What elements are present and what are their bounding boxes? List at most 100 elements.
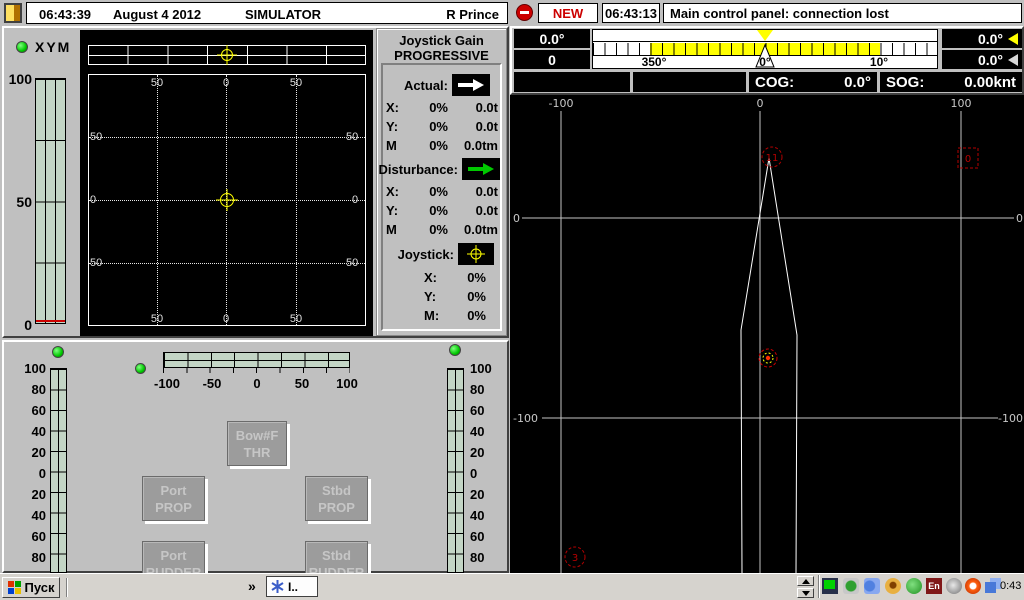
disturbance-label: Disturbance: — [378, 162, 458, 177]
plot-ytick: -100 — [998, 412, 1023, 425]
disturbance-arrow-box — [462, 158, 500, 180]
exit-door-icon[interactable] — [4, 3, 22, 23]
heading-order-readout-1: 0.0° — [942, 29, 1022, 48]
xy-label: 50 — [90, 131, 102, 143]
stern-marker: 3 — [565, 547, 585, 567]
tape-label-10: 10° — [859, 55, 899, 69]
sim-clock: 06:43:39 — [39, 7, 91, 22]
port-prop-button[interactable]: PortPROP — [142, 476, 205, 521]
xy-label: 50 — [142, 313, 172, 325]
task-button[interactable]: I.. — [266, 576, 318, 597]
xy-label: 50 — [346, 131, 358, 143]
actual-m-val: 0.0tm — [444, 138, 498, 153]
actual-arrow-box — [452, 74, 490, 96]
stbd-prop-button[interactable]: StbdPROP — [305, 476, 368, 521]
tray-monitor-icon[interactable] — [822, 578, 838, 594]
snowflake-task-icon — [271, 580, 284, 593]
tray-cascade-windows-icon[interactable] — [985, 578, 1001, 594]
xy-label: 0 — [352, 194, 358, 206]
plot-xtick: 100 — [951, 97, 972, 110]
port-tick: 20 — [18, 445, 46, 460]
actual-y-label: Y: — [386, 119, 398, 134]
bow-tick: 0 — [237, 376, 277, 391]
xy-label: 50 — [346, 257, 358, 269]
simulator-screen: 06:43:39 August 4 2012 SIMULATOR R Princ… — [0, 0, 1024, 600]
alarm-new-badge: NEW — [538, 3, 598, 23]
actual-x-val: 0.0t — [444, 100, 498, 115]
down-arrow-icon — [802, 591, 810, 596]
tape-label-0: 0° — [745, 55, 785, 69]
xym-gauge-value — [36, 320, 65, 322]
start-button[interactable]: Пуск — [2, 577, 60, 598]
bow-thruster-button[interactable]: Bow#FTHR — [227, 421, 287, 466]
gain-title-1: Joystick Gain — [377, 33, 506, 48]
alarm-message[interactable]: Main control panel: connection lost — [663, 3, 1022, 23]
taskbar-divider — [66, 578, 68, 597]
tray-language-indicator[interactable]: En — [926, 578, 942, 594]
xy-label: 50 — [90, 257, 102, 269]
dist-x-pct: 0% — [398, 184, 448, 199]
joy-m-pct: 0% — [448, 308, 486, 323]
tray-spy-icon[interactable] — [885, 578, 901, 594]
stbd-thruster-gauge — [447, 368, 464, 573]
actual-x-pct: 0% — [398, 100, 448, 115]
bow-tick: -100 — [147, 376, 187, 391]
bow-tick: 50 — [282, 376, 322, 391]
xym-label: XYM — [35, 39, 71, 55]
actual-m-pct: 0% — [398, 138, 448, 153]
port-tick: 60 — [18, 403, 46, 418]
stbd-tick: 80 — [470, 382, 498, 397]
svg-text:0: 0 — [965, 154, 971, 165]
xym-tick-100: 100 — [4, 71, 32, 87]
compass-order-pointer-icon — [757, 30, 773, 41]
nav-spare-box-2 — [633, 72, 746, 92]
dist-m-pct: 0% — [398, 222, 448, 237]
xym-tick-0: 0 — [4, 317, 32, 333]
heading-readout: 0.0° — [514, 29, 590, 48]
tray-green-utility-icon[interactable] — [843, 578, 859, 594]
xy-gridline-h — [89, 137, 365, 138]
cog-readout: COG:0.0° — [749, 72, 877, 92]
port-tick: 20 — [18, 487, 46, 502]
gain-title-2: PROGRESSIVE — [377, 48, 506, 63]
port-tick: 0 — [18, 466, 46, 481]
stbd-tick: 80 — [470, 550, 498, 565]
tape-label-350: 350° — [634, 55, 674, 69]
xym-gauge — [35, 78, 66, 324]
stop-bar — [520, 11, 529, 14]
bow-gauge-ticks — [163, 368, 350, 373]
order-arrow-white-icon — [1008, 54, 1018, 66]
tray-users-icon[interactable] — [864, 578, 880, 594]
joystick-icon-box — [458, 243, 494, 265]
tray-utorrent-icon[interactable] — [906, 578, 922, 594]
xy-label: 0 — [90, 194, 96, 206]
tray-clock[interactable]: 0:43 — [1000, 580, 1021, 592]
quicklaunch-overflow-chevron[interactable]: » — [248, 578, 256, 594]
port-tick: 100 — [18, 361, 46, 376]
rotation-marker-icon — [216, 44, 238, 66]
port-tick: 60 — [18, 529, 46, 544]
dist-y-label: Y: — [386, 203, 398, 218]
stbd-tick: 40 — [470, 424, 498, 439]
alarm-stop-icon[interactable] — [516, 4, 533, 21]
tray-opera-icon[interactable] — [965, 578, 981, 594]
stbd-tick: 0 — [470, 466, 498, 481]
plot-ytick: -100 — [513, 412, 538, 425]
tray-scroll-up-button[interactable] — [797, 576, 814, 586]
position-plot: -100 0 100 0 0 -100 -100 11 0 3 — [512, 95, 1024, 573]
joystick-crosshair-icon — [466, 244, 486, 264]
tray-scroll-down-button[interactable] — [797, 588, 814, 598]
plot-xtick: 0 — [757, 97, 764, 110]
xy-label: 50 — [142, 77, 172, 89]
actual-label: Actual: — [390, 78, 448, 93]
xy-gridline-h — [89, 263, 365, 264]
joy-m-label: M: — [424, 308, 439, 323]
joystick-label: Joystick: — [390, 247, 454, 262]
sim-app-title: SIMULATOR — [245, 7, 321, 22]
stbd-tick: 100 — [470, 361, 498, 376]
center-marker — [759, 349, 777, 367]
xy-display: 50 0 50 50 0 50 50 0 50 50 0 50 — [80, 30, 373, 336]
tray-volume-icon[interactable] — [946, 578, 962, 594]
joy-x-pct: 0% — [448, 270, 486, 285]
xy-label: 0 — [211, 77, 241, 89]
